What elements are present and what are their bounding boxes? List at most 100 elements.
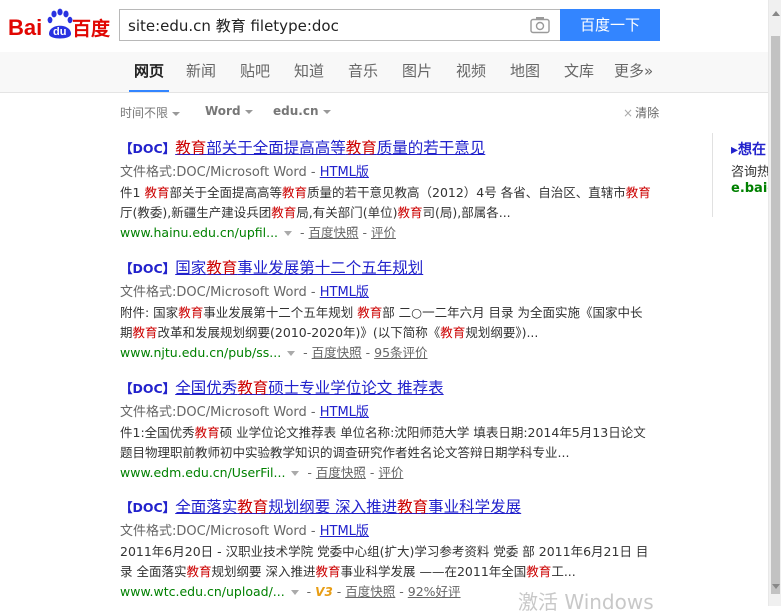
vertical-scrollbar[interactable] <box>768 0 781 606</box>
baidu-logo[interactable]: Bai du 百度 <box>8 6 112 42</box>
tab-news[interactable]: 新闻 <box>186 52 216 92</box>
tab-music[interactable]: 音乐 <box>348 52 378 92</box>
search-button[interactable]: 百度一下 <box>560 9 660 41</box>
highlight-term: 教育 <box>237 379 269 397</box>
scroll-up-arrow-icon[interactable] <box>772 11 780 16</box>
search-result: 【DOC】全国优秀教育硕士专业学位论文 推荐表 文件格式:DOC/Microso… <box>120 378 660 482</box>
evaluate-link[interactable]: 评价 <box>371 225 396 240</box>
filter-site-label: edu.cn <box>273 104 319 118</box>
evaluate-link[interactable]: 评价 <box>378 465 403 480</box>
doc-badge: 【DOC】 <box>120 141 176 156</box>
title-text: 部关于全面提高高等 <box>206 139 346 157</box>
highlight-term: 教育 <box>237 498 269 516</box>
baidu-logo-graphic: Bai du 百度 <box>8 8 111 40</box>
cache-link[interactable]: 百度快照 <box>316 465 366 480</box>
doc-badge: 【DOC】 <box>120 500 176 515</box>
title-text: 规划纲要 深入推进 <box>268 498 398 516</box>
result-title-link[interactable]: 【DOC】全国优秀教育硕士专业学位论文 推荐表 <box>120 378 660 399</box>
logo-text-bai: Bai <box>8 15 42 40</box>
html-version-link[interactable]: HTML版 <box>320 165 369 180</box>
tab-more[interactable]: 更多» <box>614 52 653 92</box>
search-box <box>119 9 560 41</box>
doc-badge: 【DOC】 <box>120 261 176 276</box>
result-url-line: www.njtu.edu.cn/pub/ss... - 百度快照 - 95条评价 <box>120 345 428 360</box>
tab-tieba[interactable]: 贴吧 <box>240 52 270 92</box>
dropdown-arrow-icon[interactable] <box>291 471 300 476</box>
filter-time[interactable]: 时间不限 <box>120 104 181 121</box>
title-text: 质量的若干意见 <box>376 139 486 157</box>
search-result: 【DOC】国家教育事业发展第十二个五年规划 文件格式:DOC/Microsoft… <box>120 258 660 362</box>
result-url-line: www.edm.edu.cn/UserFil... - 百度快照 - 评价 <box>120 465 404 480</box>
title-text: 硕士专业学位论文 推荐表 <box>268 379 444 397</box>
result-title-link[interactable]: 【DOC】教育部关于全面提高高等教育质量的若干意见 <box>120 138 660 159</box>
result-title-link[interactable]: 【DOC】国家教育事业发展第十二个五年规划 <box>120 258 660 279</box>
result-url[interactable]: www.edm.edu.cn/UserFil... <box>120 465 285 480</box>
result-format: 文件格式:DOC/Microsoft Word - HTML版 <box>120 284 660 301</box>
result-abstract: 件1 教育部关于全面提高高等教育质量的若干意见教高（2012）4号 各省、自治区… <box>120 185 651 220</box>
html-version-link[interactable]: HTML版 <box>320 285 369 300</box>
clear-filters-label: 清除 <box>635 106 660 120</box>
cache-link[interactable]: 百度快照 <box>312 345 362 360</box>
clear-filters-button[interactable]: × 清除 <box>623 104 659 121</box>
logo-text-cn: 百度 <box>72 17 111 40</box>
evaluate-link[interactable]: 92%好评 <box>408 584 461 599</box>
chevron-down-icon <box>172 111 181 116</box>
header: Bai du 百度 百度一下 <box>0 0 768 52</box>
result-url[interactable]: www.wtc.edu.cn/upload/... <box>120 584 285 599</box>
search-result: 【DOC】教育部关于全面提高高等教育质量的若干意见 文件格式:DOC/Micro… <box>120 138 660 242</box>
highlight-term: 教育 <box>206 259 238 277</box>
tab-wenku[interactable]: 文库 <box>564 52 594 92</box>
ad-url[interactable]: e.baidu <box>731 181 769 196</box>
filter-site[interactable]: edu.cn <box>273 104 331 118</box>
html-version-link[interactable]: HTML版 <box>320 405 369 420</box>
scroll-down-arrow-icon[interactable] <box>772 584 780 589</box>
result-title-link[interactable]: 【DOC】全面落实教育规划纲要 深入推进教育事业科学发展 <box>120 497 660 518</box>
result-format: 文件格式:DOC/Microsoft Word - HTML版 <box>120 404 660 421</box>
result-url[interactable]: www.hainu.edu.cn/upfil... <box>120 225 278 240</box>
dropdown-arrow-icon[interactable] <box>284 231 293 236</box>
v3-badge[interactable]: V3 <box>315 585 333 599</box>
highlight-term: 教育 <box>175 139 207 157</box>
file-format-label: 文件格式:DOC/Microsoft Word - <box>120 165 320 180</box>
title-text: 全面落实 <box>175 498 238 516</box>
result-abstract: 附件: 国家教育事业发展第十二个五年规划 教育部 二○一二年六月 目录 为全面实… <box>120 305 643 340</box>
result-url[interactable]: www.njtu.edu.cn/pub/ss... <box>120 345 281 360</box>
filter-time-label: 时间不限 <box>120 106 169 120</box>
title-text: 事业科学发展 <box>428 498 522 516</box>
search-nav: 网页 新闻 贴吧 知道 音乐 图片 视频 地图 文库 更多» <box>0 52 768 93</box>
highlight-term: 教育 <box>397 498 429 516</box>
cache-link[interactable]: 百度快照 <box>309 225 359 240</box>
tab-zhidao[interactable]: 知道 <box>294 52 324 92</box>
tab-web[interactable]: 网页 <box>128 52 170 92</box>
result-format: 文件格式:DOC/Microsoft Word - HTML版 <box>120 523 660 540</box>
file-format-label: 文件格式:DOC/Microsoft Word - <box>120 524 320 539</box>
result-format: 文件格式:DOC/Microsoft Word - HTML版 <box>120 164 660 181</box>
ad-title-link[interactable]: ▸想在 <box>731 139 766 159</box>
result-abstract: 2011年6月20日 - 汉职业技术学院 党委中心组(扩大)学习参考资料 党委 … <box>120 544 649 579</box>
result-url-line: www.hainu.edu.cn/upfil... - 百度快照 - 评价 <box>120 225 396 240</box>
ad-description: 咨询热 <box>731 165 769 180</box>
evaluate-link[interactable]: 95条评价 <box>374 345 427 360</box>
camera-icon[interactable] <box>530 16 550 34</box>
tab-map[interactable]: 地图 <box>510 52 540 92</box>
cache-link[interactable]: 百度快照 <box>345 584 395 599</box>
chevron-down-icon <box>322 109 331 114</box>
right-ad-panel: ▸想在 咨询热 e.baidu <box>712 133 769 217</box>
scrollbar-thumb[interactable] <box>771 36 780 594</box>
title-text: 国家 <box>175 259 207 277</box>
highlight-term: 教育 <box>345 139 377 157</box>
tab-video[interactable]: 视频 <box>456 52 486 92</box>
file-format-label: 文件格式:DOC/Microsoft Word - <box>120 405 320 420</box>
doc-badge: 【DOC】 <box>120 381 176 396</box>
title-text: 全国优秀 <box>175 379 238 397</box>
filter-filetype[interactable]: Word <box>205 104 253 118</box>
tab-images[interactable]: 图片 <box>402 52 432 92</box>
dropdown-arrow-icon[interactable] <box>290 590 299 595</box>
search-input[interactable] <box>120 10 528 40</box>
logo-text-du: du <box>53 26 66 38</box>
html-version-link[interactable]: HTML版 <box>320 524 369 539</box>
file-format-label: 文件格式:DOC/Microsoft Word - <box>120 285 320 300</box>
dropdown-arrow-icon[interactable] <box>287 351 296 356</box>
close-icon: × <box>623 106 634 120</box>
title-text: 事业发展第十二个五年规划 <box>237 259 424 277</box>
